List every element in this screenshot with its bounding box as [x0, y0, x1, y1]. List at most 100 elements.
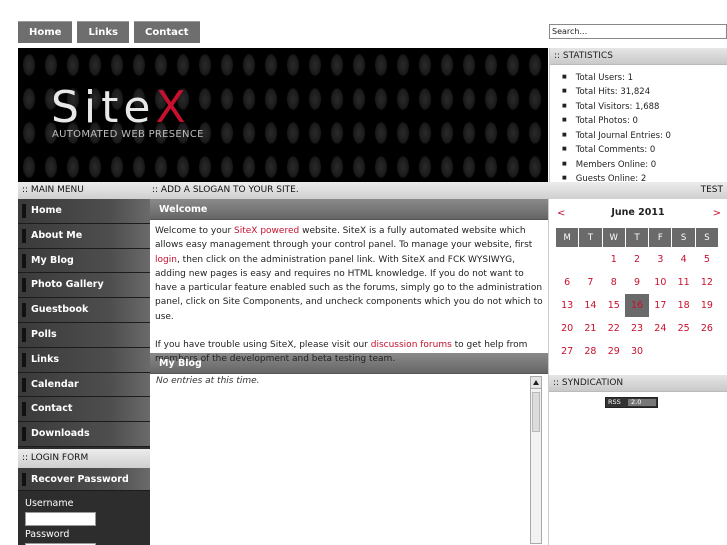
top-nav-contact[interactable]: Contact: [133, 21, 200, 43]
calendar-day[interactable]: 26: [695, 316, 719, 340]
calendar-day[interactable]: 2: [625, 247, 649, 271]
calendar-day[interactable]: 12: [695, 270, 719, 294]
calendar-month-title: June 2011: [611, 207, 665, 218]
weekday-header: T: [578, 227, 603, 248]
calendar-day[interactable]: 29: [602, 339, 626, 363]
calendar-day[interactable]: 14: [578, 293, 603, 317]
calendar-day[interactable]: 28: [578, 339, 603, 363]
calendar-day[interactable]: 15: [602, 293, 626, 317]
slogan-bar: :: MAIN MENU :: ADD A SLOGAN TO YOUR SIT…: [18, 182, 727, 199]
calendar-day[interactable]: 3: [648, 247, 672, 271]
calendar-day[interactable]: 22: [602, 316, 626, 340]
weekday-header: S: [671, 227, 696, 248]
discussion-forums-link[interactable]: discussion forums: [371, 340, 452, 350]
login-link[interactable]: login: [155, 255, 177, 265]
site-slogan: :: ADD A SLOGAN TO YOUR SITE.: [152, 185, 299, 195]
welcome-text-part: Welcome to your: [155, 226, 235, 236]
top-nav-links[interactable]: Links: [77, 21, 129, 43]
calendar-day[interactable]: 8: [602, 270, 626, 294]
sitex-powered-link[interactable]: SiteX powered: [234, 226, 299, 236]
username-input[interactable]: [25, 511, 96, 526]
scroll-up-icon[interactable]: [531, 377, 541, 389]
help-text-part: If you have trouble using SiteX, please …: [155, 340, 371, 351]
calendar-day[interactable]: 5: [695, 247, 719, 271]
calendar-day[interactable]: 11: [671, 270, 696, 294]
site-logo[interactable]: SiteX: [51, 84, 191, 132]
top-nav-home[interactable]: Home: [18, 21, 73, 43]
stat-item: Total Photos: 0: [562, 114, 727, 128]
calendar-day[interactable]: 30: [625, 339, 649, 363]
stat-item: Total Journal Entries: 0: [562, 129, 727, 143]
calendar-day[interactable]: 1: [602, 247, 626, 271]
calendar-empty-cell: [648, 339, 672, 363]
weekday-header: F: [648, 227, 673, 248]
stat-item: Members Online: 0: [562, 158, 727, 172]
calendar-empty-cell: [555, 247, 579, 271]
calendar-day[interactable]: 9: [625, 270, 649, 294]
calendar-week-row: 12345: [555, 247, 719, 271]
stat-item: Total Comments: 0: [562, 143, 727, 157]
calendar-next-button[interactable]: >: [713, 208, 721, 219]
calendar-week-row: 6 7 8 9 10 11 12: [555, 270, 719, 294]
slogan-right-label: TEST: [700, 185, 723, 195]
menu-item-contact[interactable]: Contact: [18, 397, 150, 423]
menu-item-home[interactable]: Home: [18, 199, 150, 224]
main-menu-title: :: MAIN MENU: [22, 185, 84, 195]
stat-item: Total Users: 1: [562, 71, 727, 85]
calendar-day[interactable]: 18: [671, 293, 696, 317]
calendar-day[interactable]: 13: [555, 293, 579, 317]
menu-item-downloads[interactable]: Downloads: [18, 422, 150, 447]
site-tagline: AUTOMATED WEB PRESENCE: [52, 129, 204, 140]
welcome-title: Welcome: [150, 199, 548, 220]
calendar-empty-cell: [578, 247, 603, 271]
rss-badge-left: RSS: [608, 397, 621, 406]
main-menu: Home About Me My Blog Photo Gallery Gues…: [18, 199, 150, 447]
menu-item-about-me[interactable]: About Me: [18, 223, 150, 249]
blog-scrollbar[interactable]: [530, 376, 542, 544]
password-label: Password: [25, 528, 70, 540]
statistics-list: Total Users: 1 Total Hits: 31,824 Total …: [550, 71, 727, 187]
blog-empty-message: No entries at this time.: [156, 376, 260, 386]
menu-item-my-blog[interactable]: My Blog: [18, 248, 150, 274]
calendar-day[interactable]: 21: [578, 316, 603, 340]
calendar-day[interactable]: 20: [555, 316, 579, 340]
menu-item-polls[interactable]: Polls: [18, 322, 150, 348]
calendar-day[interactable]: 7: [578, 270, 603, 294]
menu-item-guestbook[interactable]: Guestbook: [18, 298, 150, 323]
calendar-empty-cell: [695, 339, 719, 363]
recover-password-link[interactable]: Recover Password: [18, 467, 150, 491]
weekday-header: T: [624, 227, 650, 248]
calendar-day[interactable]: 25: [671, 316, 696, 340]
calendar-day[interactable]: 24: [648, 316, 672, 340]
welcome-paragraph: Welcome to your SiteX powered website. S…: [155, 224, 543, 324]
menu-item-links[interactable]: Links: [18, 347, 150, 373]
calendar-day[interactable]: 6: [555, 270, 579, 294]
search-input[interactable]: Search...: [549, 24, 727, 39]
calendar-day[interactable]: 19: [695, 293, 719, 317]
calendar-grid: M T W T F S S 1 2 3 4 5 6 7 8 9 10 11 12 13 14 15 16 17 1…: [554, 227, 720, 363]
calendar-week-row: 27 28 29 30: [555, 339, 719, 363]
scroll-thumb[interactable]: [532, 392, 540, 432]
calendar-day[interactable]: 23: [625, 316, 649, 340]
rss-badge-right: 2.0: [628, 398, 656, 406]
calendar-day[interactable]: 10: [648, 270, 672, 294]
calendar-day[interactable]: 27: [555, 339, 579, 363]
calendar-days: 1 2 3 4 5 6 7 8 9 10 11 12 13 14 15 16 17 18 19 20 21 22 23 24 2…: [555, 247, 719, 363]
statistics-title: :: STATISTICS: [550, 48, 727, 65]
logo-text: Site: [51, 82, 156, 133]
rss-badge[interactable]: RSS 2.0: [605, 396, 658, 408]
menu-item-photo-gallery[interactable]: Photo Gallery: [18, 273, 150, 299]
stat-item: Total Visitors: 1,688: [562, 100, 727, 114]
calendar-day[interactable]: 4: [671, 247, 696, 271]
welcome-text: Welcome to your SiteX powered website. S…: [150, 220, 548, 364]
top-nav: Home Links Contact: [18, 21, 200, 43]
calendar-day[interactable]: 17: [648, 293, 672, 317]
menu-item-calendar[interactable]: Calendar: [18, 372, 150, 398]
calendar-day[interactable]: 16: [625, 293, 649, 317]
statistics-panel: :: STATISTICS Total Users: 1 Total Hits:…: [549, 48, 727, 184]
login-form-title: :: LOGIN FORM: [18, 448, 150, 468]
welcome-text-part: , then click on the administration panel…: [155, 254, 543, 322]
blog-panel: No entries at this time.: [150, 374, 548, 545]
calendar-empty-cell: [671, 339, 696, 363]
calendar-week-row: 20 21 22 23 24 25 26: [555, 316, 719, 340]
